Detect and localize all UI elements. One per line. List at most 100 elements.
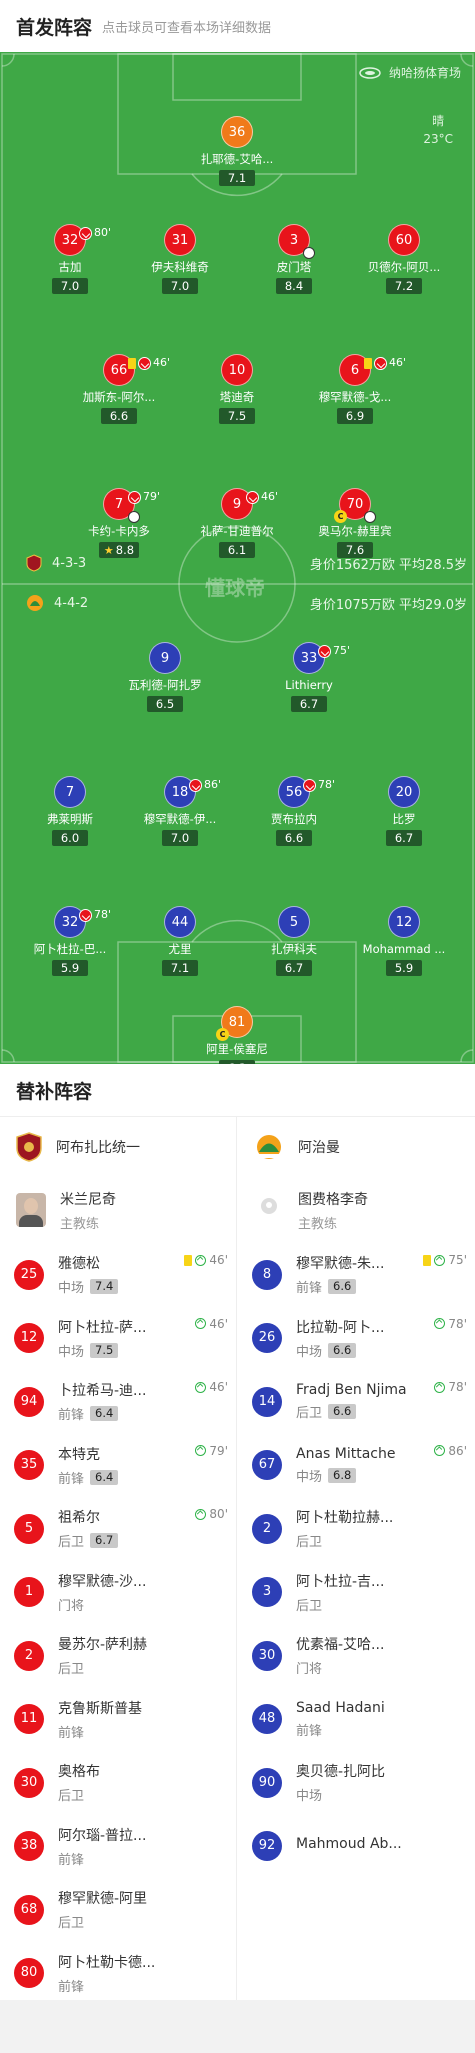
sub-row[interactable]: 48 Saad Hadani 前锋: [238, 1688, 475, 1752]
home-coach[interactable]: 米兰尼奇 主教练: [0, 1177, 236, 1243]
sub-number: 3: [252, 1577, 282, 1608]
sub-number: 94: [14, 1386, 44, 1417]
rating-value: 6.5: [155, 697, 175, 711]
home-player[interactable]: 31 伊夫科维奇 7.0: [125, 224, 235, 294]
sub-row[interactable]: 35 本特克 前锋 6.4 79': [0, 1434, 236, 1498]
lineup-page: 首发阵容 点击球员可查看本场详细数据 纳哈扬体育场 晴 23°C 懂球帝 4-3…: [0, 0, 475, 2053]
sub-row[interactable]: 30 奥格布 后卫: [0, 1751, 236, 1815]
weather-text: 晴: [432, 114, 445, 128]
player-number: 32: [61, 915, 79, 930]
sub-row[interactable]: 8 穆罕默德-朱... 前锋 6.6 75': [238, 1243, 475, 1307]
sub-in-minute: 86': [448, 1443, 467, 1458]
captain-icon: C: [334, 510, 347, 523]
away-player[interactable]: 9 瓦利德-阿扎罗 6.5: [110, 642, 220, 712]
sub-row[interactable]: 94 卜拉希马-迪... 前锋 6.4 46': [0, 1370, 236, 1434]
sub-name: 克鲁斯斯普基: [58, 1700, 142, 1717]
away-coach-role: 主教练: [298, 1216, 338, 1232]
away-formation-label: 4-4-2: [54, 595, 89, 611]
away-player[interactable]: 18 86' 穆罕默德-伊... 7.0: [125, 776, 235, 846]
sub-name: 阿卜杜勒拉赫...: [296, 1510, 394, 1527]
home-team-row[interactable]: 阿布扎比统一: [0, 1117, 236, 1177]
away-player[interactable]: 44 尤里 7.1: [125, 906, 235, 976]
sub-event: 46': [128, 347, 170, 379]
away-player[interactable]: 20 比罗 6.7: [349, 776, 459, 846]
away-coach[interactable]: 图费格李奇 主教练: [238, 1177, 475, 1243]
sub-row[interactable]: 80 阿卜杜勒卡德... 前锋: [0, 1942, 236, 2006]
player-rating: 6.7: [291, 696, 327, 712]
home-player[interactable]: 3 皮门塔 8.4: [239, 224, 349, 294]
sub-row[interactable]: 12 阿卜杜拉-萨... 中场 7.5 46': [0, 1307, 236, 1371]
jersey-number: 9: [149, 642, 181, 674]
player-name: 阿里-侯塞尼: [206, 1042, 268, 1056]
sub-rating: 6.6: [328, 1279, 357, 1295]
sub-event: 86': [189, 769, 221, 801]
sub-row[interactable]: 14 Fradj Ben Njima 后卫 6.6 78': [238, 1370, 475, 1434]
home-player[interactable]: 9 46' 礼萨-甘迪普尔 6.1: [182, 488, 292, 558]
home-player[interactable]: 6 46' 穆罕默德-戈... 6.9: [300, 354, 410, 424]
jersey-number: 44: [164, 906, 196, 938]
sub-name: 阿卜杜勒卡德...: [58, 1954, 156, 1971]
sub-row[interactable]: 1 穆罕默德-沙... 门将: [0, 1561, 236, 1625]
home-player[interactable]: 70 C 奥马尔-赫里宾 7.6: [300, 488, 410, 558]
player-rating: 6.6: [276, 830, 312, 846]
sub-row[interactable]: 3 阿卜杜拉-吉... 后卫: [238, 1561, 475, 1625]
player-number: 81: [228, 1015, 246, 1030]
sub-minute: 46': [389, 356, 407, 369]
sub-name: Anas Mittache: [296, 1445, 396, 1462]
sub-position: 后卫: [296, 1598, 323, 1614]
home-player[interactable]: 10 塔迪奇 7.5: [182, 354, 292, 424]
sub-in-event: 46': [195, 1317, 228, 1331]
sub-row[interactable]: 26 比拉勒-阿卜... 中场 6.6 78': [238, 1307, 475, 1371]
sub-position: 前锋: [58, 1408, 85, 1424]
sub-name: 穆罕默德-朱...: [296, 1256, 385, 1273]
sub-row[interactable]: 68 穆罕默德-阿里 后卫: [0, 1878, 236, 1942]
jersey-number: 36: [221, 116, 253, 148]
sub-row[interactable]: 2 曼苏尔-萨利赫 后卫: [0, 1624, 236, 1688]
sub-number: 92: [252, 1831, 282, 1862]
sub-row[interactable]: 2 阿卜杜勒拉赫... 后卫: [238, 1497, 475, 1561]
sub-number: 68: [14, 1894, 44, 1925]
away-player[interactable]: 33 75' Lithierry 6.7: [254, 642, 364, 712]
sub-row[interactable]: 30 优素福-艾哈... 门将: [238, 1624, 475, 1688]
sub-minute: 80': [94, 226, 112, 239]
away-team-logo-icon: [256, 1135, 282, 1159]
sub-number: 8: [252, 1259, 282, 1290]
player-number: 33: [300, 651, 318, 666]
sub-position: 前锋: [296, 1723, 323, 1739]
home-player[interactable]: 60 贝德尔-阿贝... 7.2: [349, 224, 459, 294]
jersey-number: 31: [164, 224, 196, 256]
sub-row[interactable]: 67 Anas Mittache 中场 6.8 86': [238, 1434, 475, 1498]
home-player[interactable]: 36 扎耶德-艾哈... 7.1: [182, 116, 292, 186]
sub-row[interactable]: 92 Mahmoud Ab...: [238, 1815, 475, 1879]
sub-row[interactable]: 11 克鲁斯斯普基 前锋: [0, 1688, 236, 1752]
sub-row[interactable]: 38 阿尔瑙-普拉... 前锋: [0, 1815, 236, 1879]
footer-spacer: [0, 2000, 475, 2053]
home-coach-name: 米兰尼奇: [60, 1191, 116, 1208]
away-player[interactable]: 81C阿里-侯塞尼6.3: [182, 1006, 292, 1064]
away-coach-name: 图费格李奇: [298, 1191, 368, 1208]
away-team-row[interactable]: 阿治曼: [238, 1117, 475, 1177]
away-player[interactable]: 7 弗莱明斯 6.0: [15, 776, 125, 846]
sub-row[interactable]: 25 雅德松 中场 7.4 46': [0, 1243, 236, 1307]
home-player[interactable]: 7 79' 卡约-卡内多 ★ 8.8: [64, 488, 174, 558]
home-player[interactable]: 32 80' 古加 7.0: [15, 224, 125, 294]
away-player[interactable]: 5 扎伊科夫 6.7: [239, 906, 349, 976]
rating-value: 7.1: [170, 961, 190, 975]
rating-value: 7.0: [170, 279, 190, 293]
sub-row[interactable]: 90 奥贝德-扎阿比 中场: [238, 1751, 475, 1815]
away-player[interactable]: 32 78' 阿卜杜拉-巴... 5.9: [15, 906, 125, 976]
away-player[interactable]: 12 Mohammad ... 5.9: [349, 906, 459, 976]
rating-value: 7.2: [394, 279, 414, 293]
sub-in-event: 78': [434, 1380, 467, 1394]
sub-in-minute: 75': [448, 1253, 467, 1267]
sub-number: 35: [14, 1450, 44, 1481]
watermark: 懂球帝: [205, 576, 265, 600]
home-player[interactable]: 66 46' 加斯东-阿尔... 6.6: [64, 354, 174, 424]
player-number: 9: [232, 497, 242, 512]
sub-number: 26: [252, 1323, 282, 1354]
player-rating: 7.1: [219, 170, 255, 186]
away-player[interactable]: 56 78' 贾布拉内 6.6: [239, 776, 349, 846]
sub-position: 后卫: [58, 1789, 85, 1805]
venue: 纳哈扬体育场: [359, 64, 461, 81]
sub-row[interactable]: 5 祖希尔 后卫 6.7 80': [0, 1497, 236, 1561]
